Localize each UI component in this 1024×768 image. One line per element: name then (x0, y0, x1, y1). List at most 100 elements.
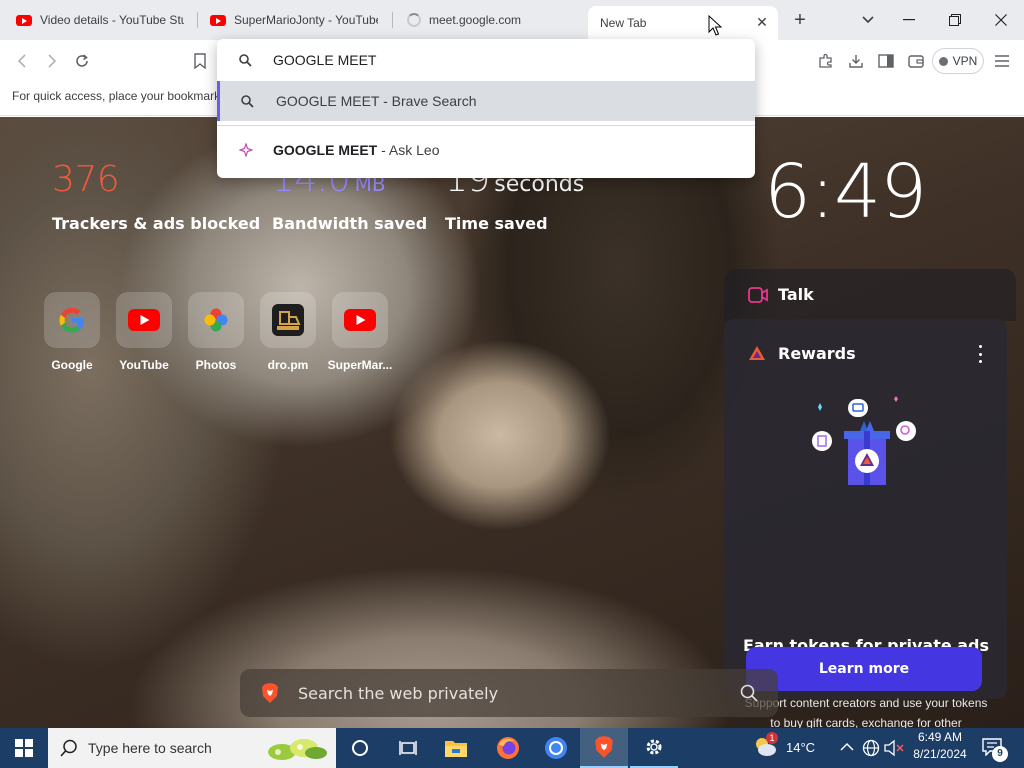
download-icon (849, 55, 863, 68)
suggestion-text: GOOGLE MEET - Ask Leo (273, 142, 440, 158)
chevron-down-icon (862, 16, 874, 24)
forward-button[interactable] (38, 47, 66, 75)
time-label: Time saved (445, 214, 548, 233)
learn-more-button[interactable]: Learn more (746, 647, 982, 691)
chevron-up-icon[interactable] (840, 742, 854, 752)
file-explorer-button[interactable] (432, 728, 480, 768)
top-site-dropm[interactable]: dro.pm (252, 292, 324, 372)
weather-temperature: 14°C (786, 740, 816, 755)
gear-icon (646, 739, 662, 755)
extensions-button[interactable] (812, 47, 840, 75)
top-site-google[interactable]: Google (36, 292, 108, 372)
youtube-favicon-icon (16, 14, 32, 26)
back-button[interactable] (8, 47, 36, 75)
bookmark-icon (194, 53, 206, 69)
talk-card[interactable]: Talk (724, 269, 1016, 321)
network-globe-icon[interactable] (862, 739, 880, 757)
new-tab-page-background: 376 Trackers & ads blocked 14.0 MB Bandw… (0, 117, 1024, 728)
tab-title: SuperMarioJonty - YouTube (234, 13, 378, 27)
bookmark-button[interactable] (186, 47, 214, 75)
back-arrow-icon (17, 54, 26, 68)
task-view-button[interactable] (384, 728, 432, 768)
rewards-more-button[interactable] (974, 345, 986, 363)
kebab-menu-icon (978, 345, 982, 348)
vpn-label: VPN (952, 54, 978, 68)
top-site-supermario[interactable]: SuperMar... (324, 292, 396, 372)
search-highlight-icon (268, 739, 327, 760)
trackers-stat: 376 (52, 159, 120, 200)
taskbar-date: 8/21/2024 (913, 747, 967, 761)
downloads-button[interactable] (842, 47, 870, 75)
tab-separator (392, 12, 393, 28)
new-tab-button[interactable]: + (788, 8, 812, 32)
search-icon (239, 54, 252, 67)
restore-icon (949, 14, 961, 26)
tab-search-button[interactable] (856, 8, 880, 32)
start-button[interactable] (0, 728, 48, 768)
dropm-icon (260, 292, 316, 348)
trackers-count: 376 (52, 159, 120, 200)
weather-button[interactable]: 1 (752, 732, 782, 762)
firefox-button[interactable] (484, 728, 532, 768)
tab-strip: Video details - YouTube Stu SuperMarioJo… (0, 0, 1024, 40)
restore-button[interactable] (932, 0, 978, 40)
web-search-bar[interactable]: Search the web privately (240, 669, 778, 717)
brave-lion-icon (262, 683, 278, 703)
hamburger-menu-icon (995, 55, 1009, 67)
top-site-youtube[interactable]: YouTube (108, 292, 180, 372)
task-view-icon (399, 741, 417, 755)
google-icon (44, 292, 100, 348)
sidebar-icon (878, 54, 894, 68)
close-window-button[interactable] (978, 0, 1024, 40)
brave-button[interactable] (580, 728, 628, 768)
settings-button[interactable] (630, 728, 678, 768)
tab-new-tab[interactable]: New Tab ✕ (588, 6, 778, 40)
address-bar-input[interactable] (273, 49, 733, 71)
mouse-cursor-icon (708, 15, 722, 36)
top-site-photos[interactable]: Photos (180, 292, 252, 372)
chrome-button[interactable] (532, 728, 580, 768)
taskbar-search-box[interactable]: Type here to search (48, 728, 336, 768)
close-tab-icon[interactable]: ✕ (754, 14, 770, 30)
reload-icon (76, 54, 88, 67)
cortana-button[interactable] (336, 728, 384, 768)
minimize-icon (903, 19, 915, 21)
tab-video-details[interactable]: Video details - YouTube Stu (6, 4, 194, 36)
menu-button[interactable] (988, 47, 1016, 75)
rewards-illustration-icon (812, 396, 916, 485)
youtube-favicon-icon (210, 14, 226, 26)
action-center-button[interactable]: 9 (978, 734, 1018, 762)
notification-count: 9 (992, 746, 1008, 762)
taskbar-clock[interactable]: 6:49 AM 8/21/2024 (908, 730, 972, 761)
bat-triangle-icon (749, 346, 765, 360)
vpn-button[interactable]: VPN (932, 48, 984, 74)
suggestion-brave-search[interactable]: GOOGLE MEET - Brave Search (217, 81, 755, 121)
close-icon (995, 14, 1007, 26)
search-icon (740, 684, 758, 702)
sidebar-button[interactable] (872, 47, 900, 75)
tab-separator (197, 12, 198, 28)
omnibox-dropdown: GOOGLE MEET - Brave Search GOOGLE MEET -… (217, 39, 755, 178)
taskbar-time: 6:49 AM (917, 730, 963, 744)
kebab-dot (978, 360, 982, 363)
speaker-muted-icon[interactable] (884, 739, 904, 757)
suggestion-ask-leo[interactable]: GOOGLE MEET - Ask Leo (217, 130, 755, 170)
photos-icon (188, 292, 244, 348)
suggestion-query: GOOGLE MEET (273, 142, 378, 158)
search-icon (60, 739, 77, 757)
forward-arrow-icon (48, 54, 57, 68)
loading-spinner-icon (407, 13, 421, 27)
folder-icon (445, 741, 467, 757)
suggestion-suffix: - Brave Search (379, 93, 477, 109)
trackers-label: Trackers & ads blocked (52, 214, 261, 233)
kebab-dot (978, 352, 982, 356)
reload-button[interactable] (68, 47, 96, 75)
weather-badge: 1 (766, 732, 778, 744)
minimize-button[interactable] (886, 0, 932, 40)
bandwidth-label: Bandwidth saved (272, 214, 428, 233)
top-site-label: SuperMar... (327, 358, 393, 372)
tab-meet-google[interactable]: meet.google.com (397, 4, 585, 36)
wallet-button[interactable] (902, 47, 930, 75)
tab-supermariojonty[interactable]: SuperMarioJonty - YouTube (200, 4, 388, 36)
rewards-body: Support content creators and use your to… (745, 696, 988, 728)
